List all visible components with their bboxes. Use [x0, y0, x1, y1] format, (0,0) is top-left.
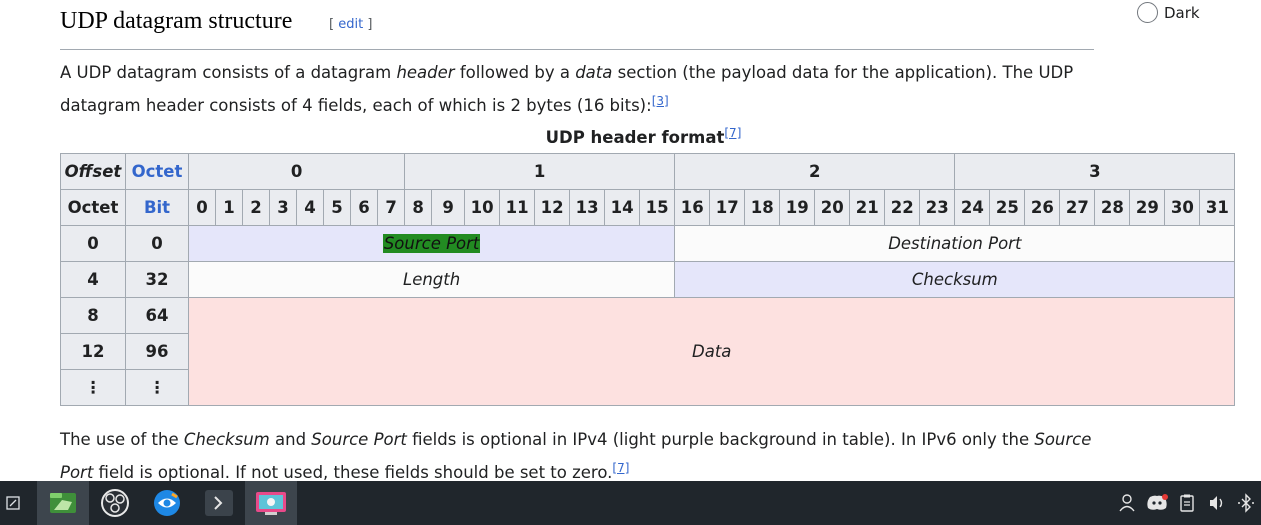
- bit-header: 27: [1059, 189, 1096, 226]
- row-bit-offset: 64: [125, 297, 189, 334]
- user-icon[interactable]: [1117, 493, 1137, 513]
- bit-header: 16: [674, 189, 711, 226]
- bit-header: 19: [779, 189, 816, 226]
- checksum-field: Checksum: [674, 261, 1236, 298]
- terminal-icon[interactable]: [193, 481, 245, 525]
- taskbar: [0, 481, 1261, 525]
- row-octet-offset: 4: [60, 261, 126, 298]
- bit-header: 5: [323, 189, 351, 226]
- bit-header: 30: [1164, 189, 1201, 226]
- optional-fields-paragraph: The use of the Checksum and Source Port …: [60, 430, 1092, 482]
- udp-header-table: Offset Octet 0 1 2 3 Octet Bit 0 1 2 3 4…: [60, 153, 1236, 406]
- row-octet-offset: 0: [60, 225, 126, 262]
- bit-header: 23: [919, 189, 956, 226]
- destination-port-field: Destination Port: [674, 225, 1236, 262]
- discord-icon[interactable]: [1145, 493, 1169, 513]
- row-bit-offset: 32: [125, 261, 189, 298]
- offset-header: Offset: [60, 153, 126, 190]
- citation-link-7[interactable]: [7]: [724, 126, 741, 140]
- bit-header: 7: [376, 189, 406, 226]
- bit-header: 17: [709, 189, 746, 226]
- notes-icon[interactable]: [0, 481, 26, 525]
- octet-3-header: 3: [954, 153, 1236, 190]
- octet-2-header: 2: [674, 153, 956, 190]
- dark-label: Dark: [1164, 4, 1200, 22]
- bit-header: 11: [499, 189, 536, 226]
- data-field: Data: [187, 297, 1236, 406]
- obs-studio-icon[interactable]: [89, 481, 141, 525]
- bit-header: 6: [350, 189, 378, 226]
- intro-paragraph: A UDP datagram consists of a datagram he…: [60, 63, 1074, 115]
- length-field: Length: [187, 261, 676, 298]
- bit-header: 13: [569, 189, 606, 226]
- bit-header: 29: [1129, 189, 1166, 226]
- bit-header: 25: [989, 189, 1026, 226]
- bit-header: 9: [431, 189, 466, 226]
- octet-row-header: Octet: [60, 189, 126, 226]
- bit-header: 0: [188, 189, 216, 226]
- source-port-highlight: Source Port: [382, 234, 481, 253]
- row-octet-offset: 12: [60, 333, 126, 370]
- bit-header: 18: [744, 189, 781, 226]
- section-title: UDP datagram structure: [60, 8, 293, 34]
- bit-header: 24: [954, 189, 991, 226]
- bit-header: 26: [1024, 189, 1061, 226]
- bit-header: 3: [269, 189, 297, 226]
- citation-link-3[interactable]: [3]: [652, 94, 669, 108]
- bit-header: 15: [639, 189, 676, 226]
- bit-header-link[interactable]: Bit: [125, 189, 189, 226]
- file-manager-icon[interactable]: [37, 481, 89, 525]
- row-octet-offset: 8: [60, 297, 126, 334]
- edit-link[interactable]: edit: [338, 17, 363, 32]
- bit-header: 20: [814, 189, 851, 226]
- bit-header: 4: [296, 189, 324, 226]
- section-heading: UDP datagram structure [ edit ]: [60, 8, 1094, 50]
- bit-header: 14: [604, 189, 641, 226]
- browser-icon[interactable]: [141, 481, 193, 525]
- source-port-field: Source Port: [187, 225, 676, 262]
- bit-header: 28: [1094, 189, 1131, 226]
- bluetooth-icon[interactable]: [1236, 493, 1256, 513]
- table-caption: UDP header format[7]: [545, 126, 742, 147]
- bit-header: 12: [534, 189, 571, 226]
- row-bit-offset: 96: [125, 333, 189, 370]
- screenshot-tool-icon[interactable]: [245, 481, 297, 525]
- theme-dark-option[interactable]: Dark: [1137, 1, 1217, 23]
- row-bit-offset: ⋮: [125, 369, 189, 406]
- row-bit-offset: 0: [125, 225, 189, 262]
- octet-1-header: 1: [404, 153, 676, 190]
- edit-section: [ edit ]: [329, 17, 373, 32]
- bit-header: 8: [404, 189, 433, 226]
- citation-link-7[interactable]: [7]: [612, 461, 629, 475]
- bit-header: 31: [1199, 189, 1236, 226]
- volume-icon[interactable]: [1207, 493, 1227, 513]
- bit-header: 21: [849, 189, 886, 226]
- bit-header: 22: [884, 189, 921, 226]
- bit-header: 10: [464, 189, 501, 226]
- dark-radio-button[interactable]: [1137, 2, 1158, 23]
- row-octet-offset: ⋮: [60, 369, 126, 406]
- bit-header: 1: [215, 189, 243, 226]
- clipboard-icon[interactable]: [1177, 493, 1197, 513]
- octet-header-link[interactable]: Octet: [125, 153, 189, 190]
- bit-header: 2: [242, 189, 270, 226]
- octet-0-header: 0: [187, 153, 406, 190]
